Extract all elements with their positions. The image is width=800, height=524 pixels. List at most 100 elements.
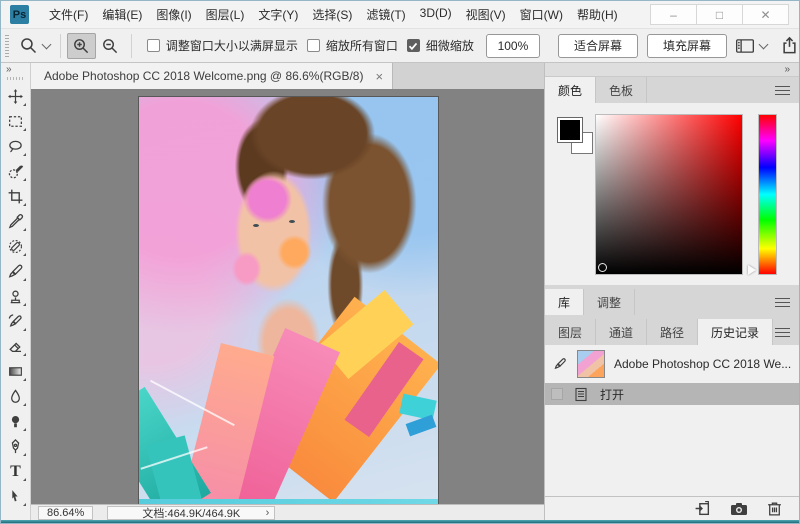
hue-slider-arrow[interactable]: [748, 265, 756, 275]
menu-edit[interactable]: 编辑(E): [95, 3, 149, 26]
photoshop-logo-icon: Ps: [10, 5, 29, 24]
type-tool[interactable]: T: [3, 459, 29, 484]
tab-history[interactable]: 历史记录: [698, 319, 773, 345]
options-grip-handle[interactable]: [5, 35, 9, 57]
path-selection-tool[interactable]: [3, 484, 29, 509]
panel-menu-icon[interactable]: [775, 86, 790, 95]
workspace-panel-icon[interactable]: [735, 37, 755, 55]
title-bar: Ps 文件(F) 编辑(E) 图像(I) 图层(L) 文字(Y) 选择(S) 滤…: [1, 1, 799, 29]
resize-windows-checkbox[interactable]: [147, 39, 160, 52]
scrubby-zoom-label: 细微缩放: [426, 37, 474, 54]
document-tab[interactable]: Adobe Photoshop CC 2018 Welcome.png @ 86…: [31, 63, 393, 89]
new-document-from-state-icon[interactable]: [694, 500, 711, 517]
document-close-icon[interactable]: ×: [375, 69, 383, 84]
libraries-panel-group: 库 调整: [545, 289, 799, 315]
toolbar-grip-handle[interactable]: [7, 77, 24, 80]
fit-screen-button[interactable]: 适合屏幕: [558, 34, 638, 58]
share-icon[interactable]: [780, 36, 799, 55]
dodge-tool[interactable]: [3, 409, 29, 434]
separator: [60, 34, 61, 58]
canvas[interactable]: [31, 89, 544, 504]
menu-window[interactable]: 窗口(W): [513, 3, 570, 26]
menu-type[interactable]: 文字(Y): [251, 3, 305, 26]
brush-tool[interactable]: [3, 259, 29, 284]
tab-swatches[interactable]: 色板: [596, 77, 647, 103]
history-brush-source-icon[interactable]: [552, 356, 568, 372]
menu-help[interactable]: 帮助(H): [570, 3, 625, 26]
type-tool-glyph: T: [10, 464, 21, 480]
color-panel-tabs: 颜色 色板: [545, 77, 799, 103]
menu-bar: 文件(F) 编辑(E) 图像(I) 图层(L) 文字(Y) 选择(S) 滤镜(T…: [42, 3, 625, 26]
zoom-in-button[interactable]: [67, 33, 96, 59]
history-step-row[interactable]: 打开: [545, 383, 799, 405]
color-panel-content: [545, 103, 799, 285]
move-tool[interactable]: [3, 84, 29, 109]
zoom-out-button[interactable]: [96, 33, 125, 59]
spot-healing-brush-tool[interactable]: [3, 234, 29, 259]
crop-tool[interactable]: [3, 184, 29, 209]
blur-tool[interactable]: [3, 384, 29, 409]
zoom-percentage-field[interactable]: 100%: [486, 34, 540, 58]
foreground-color-swatch[interactable]: [558, 118, 582, 142]
menu-image[interactable]: 图像(I): [149, 3, 198, 26]
tab-paths[interactable]: 路径: [647, 319, 698, 345]
status-document-info[interactable]: 文档:464.9K/464.9K ›: [107, 506, 275, 520]
menu-layer[interactable]: 图层(L): [199, 3, 252, 26]
saturation-brightness-field[interactable]: [595, 114, 743, 275]
hue-slider[interactable]: [758, 114, 777, 275]
scrubby-zoom-checkbox[interactable]: [407, 39, 420, 52]
quick-selection-tool[interactable]: [3, 159, 29, 184]
menu-select[interactable]: 选择(S): [305, 3, 359, 26]
tab-layers[interactable]: 图层: [545, 319, 596, 345]
eyedropper-tool[interactable]: [3, 209, 29, 234]
zoom-out-icon: [101, 37, 119, 55]
maximize-button[interactable]: □: [696, 4, 743, 25]
tab-libraries[interactable]: 库: [545, 289, 584, 315]
menu-view[interactable]: 视图(V): [459, 3, 513, 26]
resize-windows-label: 调整窗口大小以满屏显示: [166, 37, 298, 54]
panel-column: » 颜色 色板: [544, 63, 799, 520]
history-snapshot-row[interactable]: Adobe Photoshop CC 2018 We...: [545, 345, 799, 383]
panel-menu-icon[interactable]: [775, 328, 790, 337]
rectangular-marquee-tool[interactable]: [3, 109, 29, 134]
fill-screen-button[interactable]: 填充屏幕: [647, 34, 727, 58]
tab-adjustments[interactable]: 调整: [584, 289, 635, 315]
tab-color[interactable]: 颜色: [545, 77, 596, 103]
color-picker-ring[interactable]: [598, 263, 607, 272]
status-zoom-field[interactable]: 86.64%: [38, 506, 93, 520]
menu-file[interactable]: 文件(F): [42, 3, 95, 26]
minimize-button[interactable]: –: [650, 4, 697, 25]
delete-trash-icon[interactable]: [767, 500, 782, 517]
history-source-well[interactable]: [551, 388, 563, 400]
status-bar: 86.64% 文档:464.9K/464.9K ›: [31, 504, 544, 520]
zoom-all-windows-checkbox[interactable]: [307, 39, 320, 52]
tab-channels[interactable]: 通道: [596, 319, 647, 345]
document-state-icon: [574, 387, 588, 402]
clone-stamp-tool[interactable]: [3, 284, 29, 309]
menu-3d[interactable]: 3D(D): [413, 3, 459, 26]
separator: [131, 34, 132, 58]
lasso-tool[interactable]: [3, 134, 29, 159]
eraser-tool[interactable]: [3, 334, 29, 359]
snapshot-thumbnail[interactable]: [577, 350, 605, 378]
history-brush-tool[interactable]: [3, 309, 29, 334]
new-snapshot-camera-icon[interactable]: [730, 501, 748, 517]
history-footer: [545, 496, 799, 520]
history-list: Adobe Photoshop CC 2018 We... 打开: [545, 345, 799, 494]
artwork-eye: [289, 220, 295, 223]
panel-menu-icon[interactable]: [775, 298, 790, 307]
close-button[interactable]: ✕: [742, 4, 789, 25]
tool-options-bar: 调整窗口大小以满屏显示 缩放所有窗口 细微缩放 100% 适合屏幕 填充屏幕: [1, 29, 799, 63]
panels-collapse-button[interactable]: »: [545, 63, 799, 77]
gradient-tool[interactable]: [3, 359, 29, 384]
tool-preset-picker[interactable]: [19, 36, 54, 55]
history-step-label: 打开: [600, 386, 624, 403]
status-expand-icon[interactable]: ›: [266, 507, 270, 519]
chevron-down-icon[interactable]: [759, 39, 769, 49]
menu-filter[interactable]: 滤镜(T): [359, 3, 412, 26]
zoom-all-windows-label: 缩放所有窗口: [326, 37, 398, 54]
chevron-down-icon: [41, 39, 51, 49]
toolbar-collapse-button[interactable]: »: [1, 63, 30, 76]
pen-tool[interactable]: [3, 434, 29, 459]
color-panel-group: 颜色 色板: [545, 77, 799, 285]
